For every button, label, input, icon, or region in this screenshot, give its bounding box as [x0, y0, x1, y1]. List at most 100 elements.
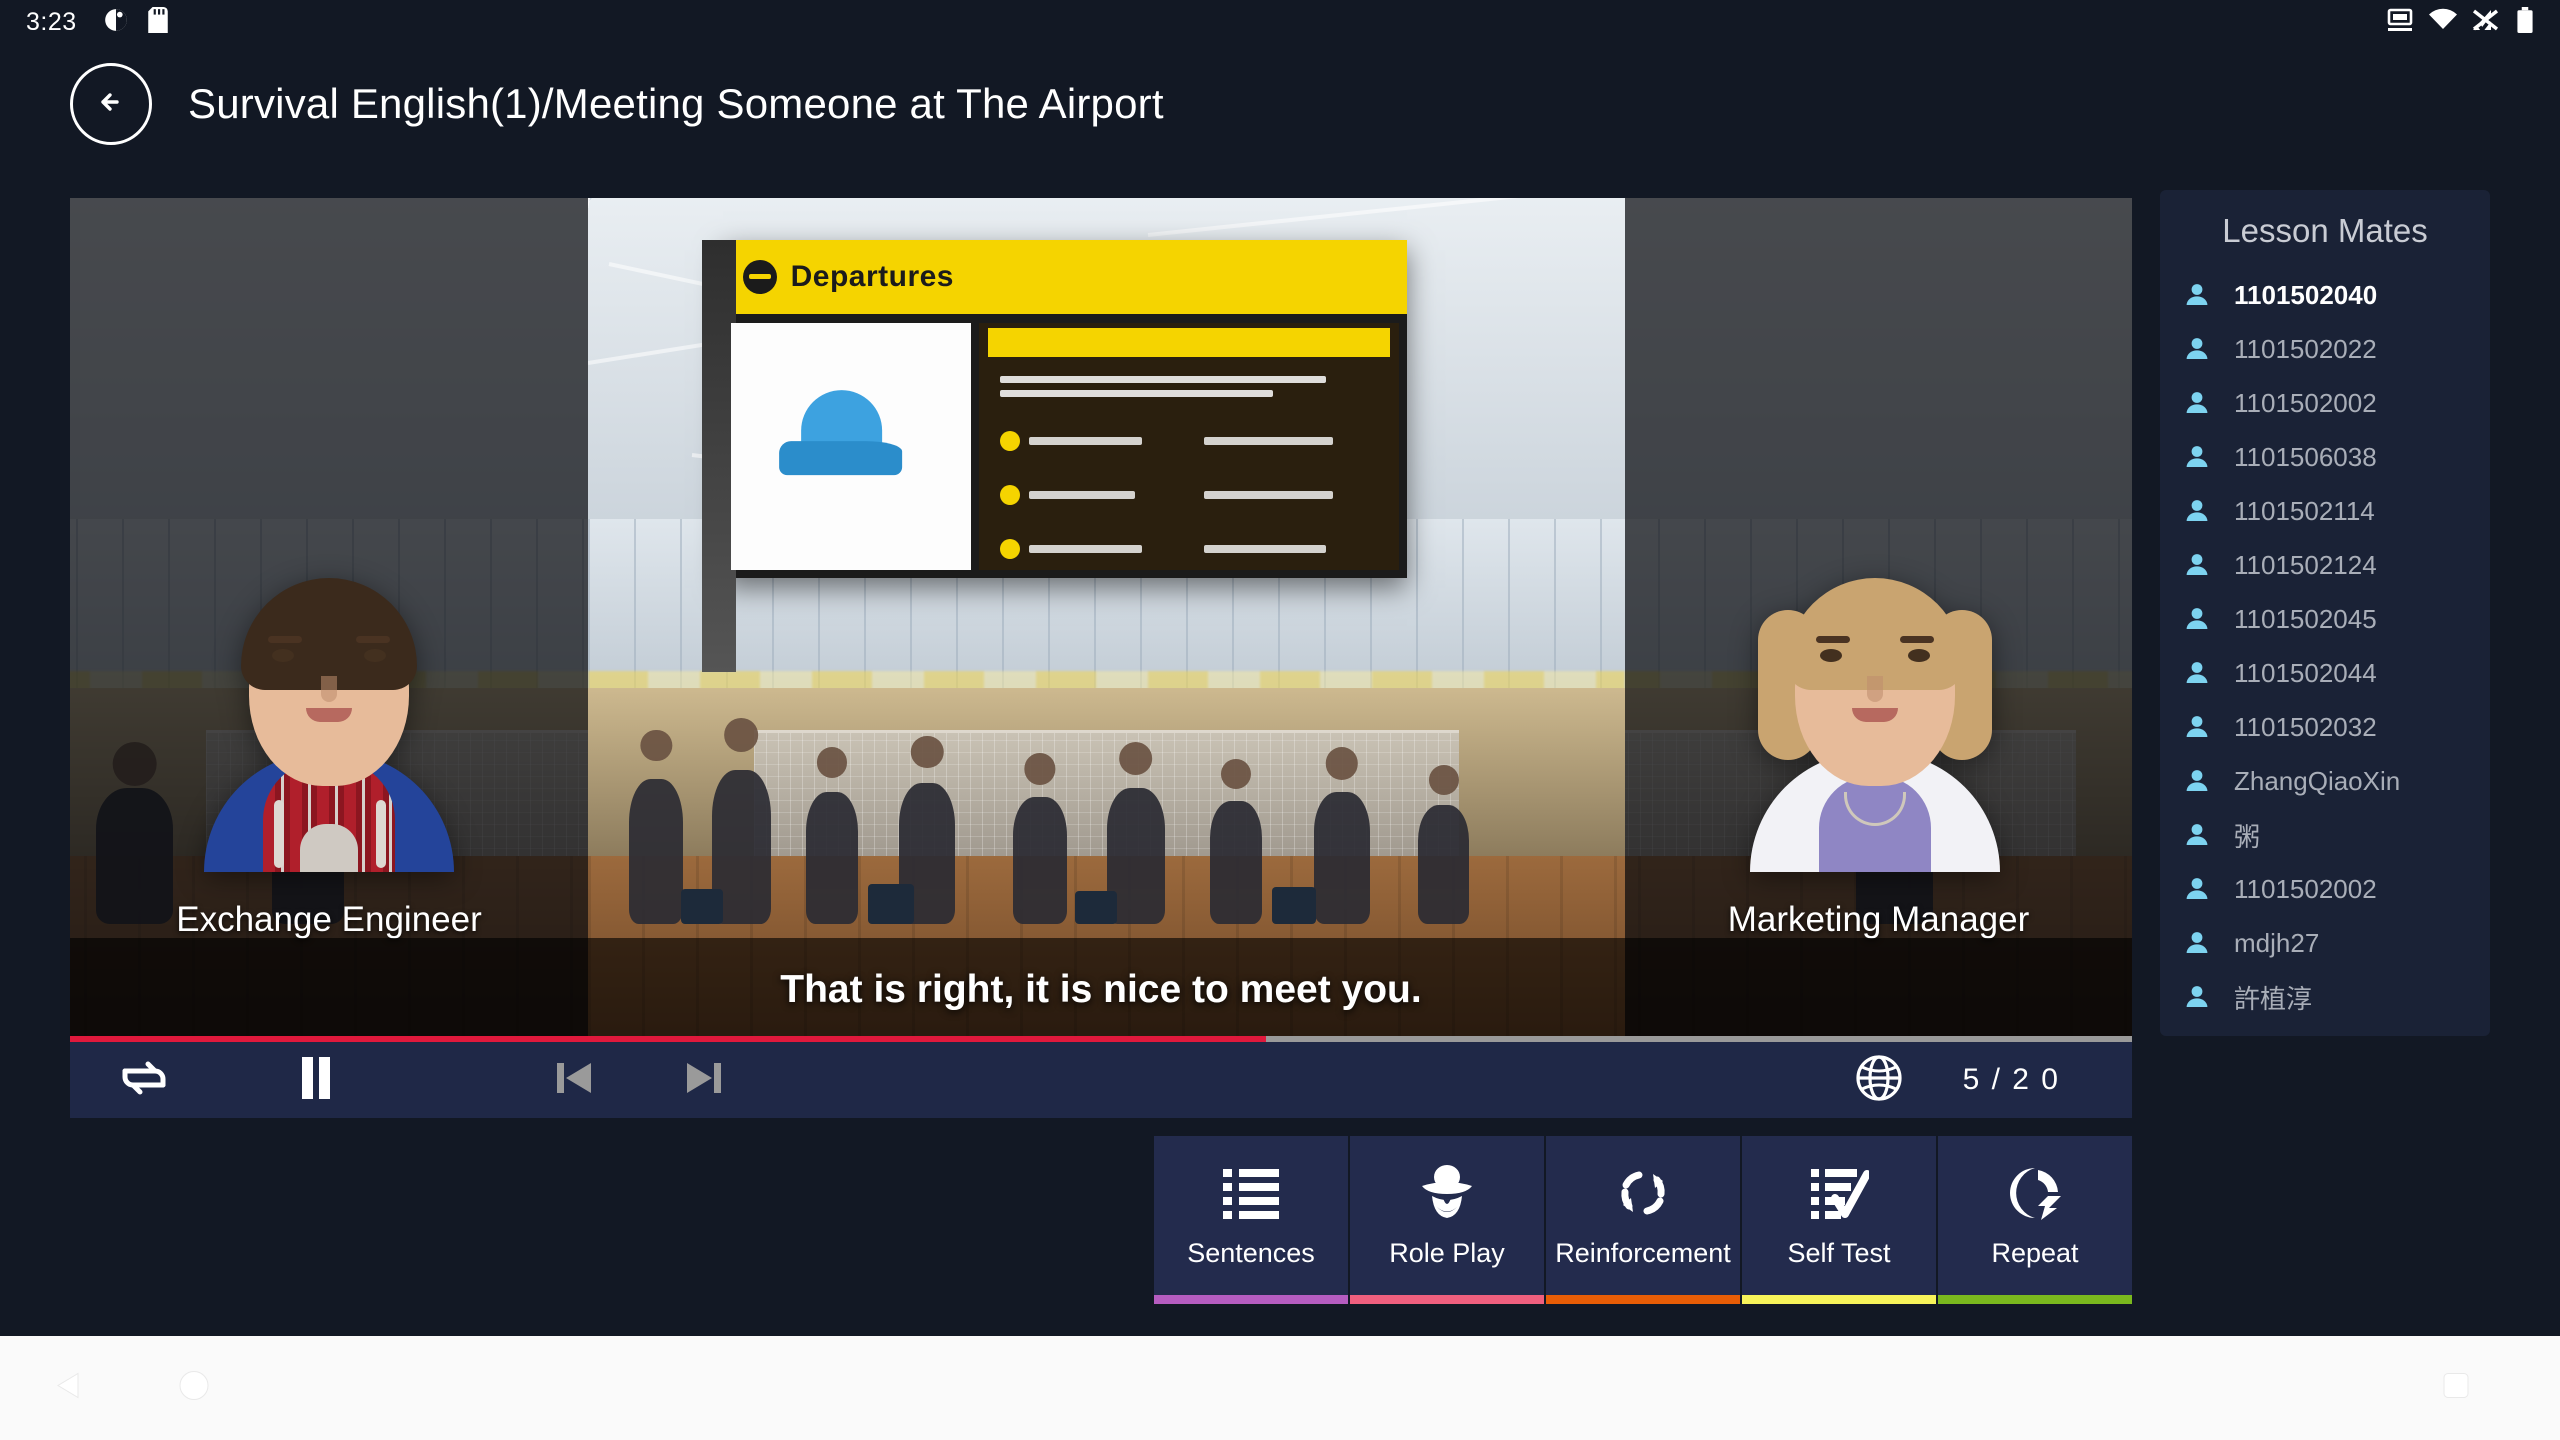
lesson-mate-item[interactable]: 1101502022 [2160, 322, 2490, 376]
person-icon [2184, 660, 2218, 686]
subtitle-bar: That is right, it is nice to meet you. [70, 938, 2132, 1042]
avatar-left-character [196, 556, 462, 872]
lesson-mate-name: 1101502045 [2234, 603, 2377, 634]
status-left-icons [103, 6, 169, 38]
person-icon [2184, 498, 2218, 524]
cast-screen-icon [2385, 7, 2415, 38]
nav-home-button[interactable] [172, 1364, 216, 1413]
speaker-loop-icon [2005, 1162, 2065, 1224]
lesson-mate-item[interactable]: 1101506038 [2160, 430, 2490, 484]
back-button[interactable] [70, 63, 152, 145]
signal-muted-icon [2468, 7, 2503, 38]
pause-icon [296, 1055, 336, 1106]
tab-reinforcement[interactable]: Reinforcement [1546, 1136, 1742, 1304]
lesson-mate-item[interactable]: 許植淳 [2160, 970, 2490, 1024]
person-icon [2184, 390, 2218, 416]
status-bar: 3:23 [0, 0, 2560, 44]
status-right-icons [2385, 6, 2534, 38]
person-icon [2184, 336, 2218, 362]
tab-sentences[interactable]: Sentences [1154, 1136, 1350, 1304]
center-scene-panel: Departures [588, 198, 1625, 1042]
lesson-mates-panel: Lesson Mates 1101502040 1101502022 1101502… [2160, 190, 2490, 1036]
language-button[interactable] [1839, 1053, 1919, 1108]
lesson-mate-item[interactable]: 1101502040 [2160, 268, 2490, 322]
pause-button[interactable] [270, 1055, 362, 1106]
lesson-mates-list: 1101502040 1101502022 1101502002 1101506038… [2160, 268, 2490, 1024]
person-icon [2184, 606, 2218, 632]
lesson-mate-name: mdjh27 [2234, 927, 2320, 958]
actor-mask-icon [1416, 1162, 1478, 1224]
sd-card-icon [147, 6, 169, 38]
next-track-icon [683, 1057, 725, 1104]
tab-self-test-label: Self Test [1787, 1237, 1891, 1268]
person-icon [2184, 282, 2218, 308]
lesson-mate-name: 許植淳 [2234, 983, 2313, 1014]
lesson-mate-item[interactable]: 1101502114 [2160, 484, 2490, 538]
page-title: Survival English(1)/Meeting Someone at T… [188, 80, 1164, 127]
lesson-mate-name: 1101502040 [2234, 279, 2378, 310]
person-icon [2184, 768, 2218, 794]
person-icon [2184, 930, 2218, 956]
wifi-icon [2428, 8, 2458, 37]
person-icon [2184, 984, 2218, 1010]
tab-sentences-label: Sentences [1187, 1237, 1315, 1268]
lesson-mate-name: 1101502114 [2234, 495, 2375, 526]
battery-icon [2516, 6, 2534, 38]
tab-reinforcement-underline [1546, 1295, 1740, 1304]
globe-icon [1854, 1053, 1904, 1108]
next-button[interactable] [658, 1057, 750, 1104]
lesson-mate-item[interactable]: 1101502124 [2160, 538, 2490, 592]
lesson-mate-item[interactable]: 粥 [2160, 808, 2490, 862]
person-icon [2184, 444, 2218, 470]
subtitle-text: That is right, it is nice to meet you. [780, 968, 1422, 1011]
left-role-label: Exchange Engineer [176, 900, 482, 939]
tab-self-test-underline [1742, 1295, 1936, 1304]
airport-scene-center: Departures [588, 198, 1625, 1042]
player-bar: 5 / 2 0 [70, 1036, 2132, 1118]
lesson-mate-name: 1101502044 [2234, 657, 2377, 688]
lesson-mate-item[interactable]: mdjh27 [2160, 916, 2490, 970]
lesson-mate-name: ZhangQiaoXin [2234, 765, 2401, 796]
nav-back-button[interactable] [48, 1364, 92, 1413]
person-icon [2184, 714, 2218, 740]
tab-repeat-label: Repeat [1991, 1237, 2079, 1268]
nav-recents-square-icon [2434, 1373, 2478, 1412]
tab-sentences-underline [1154, 1295, 1348, 1304]
nav-back-triangle-icon [48, 1372, 92, 1412]
repeat-button[interactable] [98, 1054, 190, 1107]
lesson-mate-item[interactable]: 1101502032 [2160, 700, 2490, 754]
tab-reinforcement-label: Reinforcement [1555, 1237, 1731, 1268]
lesson-mate-name: 1101502032 [2234, 711, 2377, 742]
tab-role-play-label: Role Play [1389, 1237, 1505, 1268]
tab-repeat[interactable]: Repeat [1938, 1136, 2132, 1304]
tab-role-play[interactable]: Role Play [1350, 1136, 1546, 1304]
lesson-mate-item[interactable]: 1101502044 [2160, 646, 2490, 700]
screen-rotation-icon [103, 7, 129, 38]
right-role-label: Marketing Manager [1727, 900, 2030, 939]
avatar-right-character [1742, 556, 2008, 872]
action-tabs: Sentences Role Play Reinforcement Self T… [1154, 1136, 2132, 1304]
back-arrow-icon [89, 80, 133, 129]
tab-role-play-underline [1350, 1295, 1544, 1304]
lesson-mate-item[interactable]: 1101502002 [2160, 862, 2490, 916]
nav-home-circle-icon [172, 1371, 216, 1412]
lesson-stage: Departures Exchange Engineer Marketing M… [70, 198, 2132, 1042]
lesson-mate-name: 1101502124 [2234, 549, 2377, 580]
progress-bar[interactable] [70, 1036, 2132, 1042]
lesson-mate-item[interactable]: 1101502045 [2160, 592, 2490, 646]
person-icon [2184, 552, 2218, 578]
lesson-mate-item[interactable]: 1101502002 [2160, 376, 2490, 430]
tab-self-test[interactable]: Self Test [1742, 1136, 1938, 1304]
title-bar: Survival English(1)/Meeting Someone at T… [0, 44, 2560, 164]
lesson-mates-title: Lesson Mates [2222, 212, 2428, 249]
tab-repeat-underline [1938, 1295, 2132, 1304]
checklist-icon [1809, 1162, 1869, 1224]
lesson-mate-name: 1101502022 [2234, 333, 2377, 364]
progress-fill [70, 1036, 1266, 1042]
nav-recents-button[interactable] [2434, 1364, 2478, 1413]
departures-board: Departures [702, 240, 1408, 673]
lesson-mate-item[interactable]: ZhangQiaoXin [2160, 754, 2490, 808]
status-time: 3:23 [26, 7, 77, 36]
page-counter: 5 / 2 0 [1962, 1063, 2060, 1096]
previous-button[interactable] [528, 1057, 620, 1104]
